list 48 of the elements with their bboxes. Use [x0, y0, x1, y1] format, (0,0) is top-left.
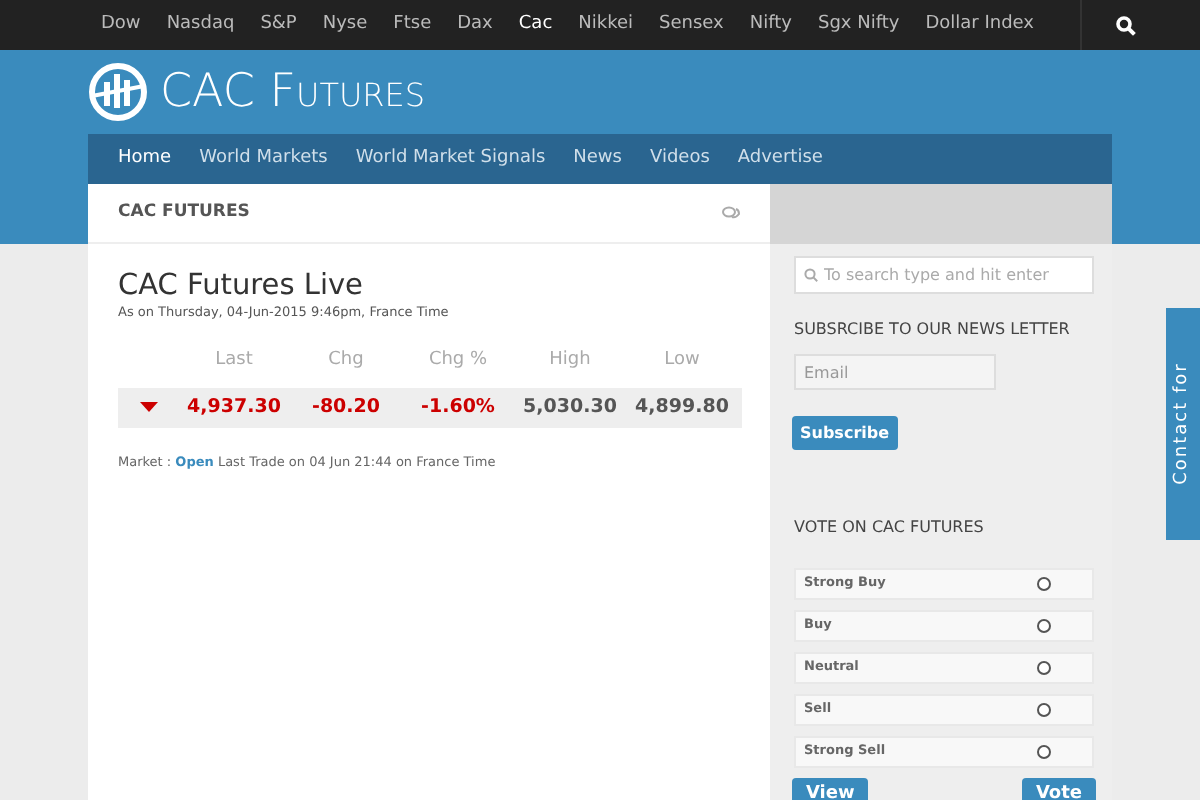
radio-button[interactable] — [1036, 744, 1052, 760]
radio-button[interactable] — [1036, 618, 1052, 634]
market-link[interactable]: Nikkei — [565, 0, 647, 50]
panel-title: CAC FUTURES — [118, 200, 250, 226]
search-icon[interactable] — [1115, 15, 1135, 35]
market-link[interactable]: Nifty — [736, 0, 805, 50]
quote-value: 5,030.30 — [521, 393, 619, 422]
market-link[interactable]: S&P — [247, 0, 310, 50]
contact-tab[interactable]: Contact for — [1166, 308, 1200, 540]
nav-link[interactable]: News — [559, 134, 636, 184]
search-field[interactable]: To search type and hit enter — [794, 256, 1094, 294]
vote-heading: VOTE ON CAC FUTURES — [794, 516, 986, 540]
market-link[interactable]: Dollar Index — [912, 0, 1047, 50]
market-link[interactable]: Nyse — [309, 0, 381, 50]
market-link[interactable]: Dax — [444, 0, 506, 50]
quote-title: CAC Futures Live — [118, 270, 365, 305]
quote-value: -80.20 — [310, 393, 382, 422]
column-header: High — [547, 348, 593, 375]
site-title: CAC Futures — [160, 69, 426, 115]
market-link[interactable]: Sensex — [646, 0, 737, 50]
market-link[interactable]: Sgx Nifty — [804, 0, 913, 50]
search-icon — [804, 268, 818, 282]
globe-chart-logo-icon — [88, 62, 148, 122]
market-link[interactable]: Dow — [88, 0, 154, 50]
column-header: Last — [213, 348, 255, 375]
nav-link[interactable]: World Markets — [185, 134, 342, 184]
nav-link[interactable]: Home — [104, 134, 186, 184]
nav-link[interactable]: Advertise — [723, 134, 837, 184]
comments-icon — [722, 206, 740, 220]
column-header: Low — [662, 348, 702, 375]
market-link[interactable]: Nasdaq — [153, 0, 248, 50]
actionbutton[interactable]: Vote — [1021, 778, 1096, 800]
radio-button[interactable] — [1036, 702, 1052, 718]
radio-button[interactable] — [1036, 660, 1052, 676]
nav-link[interactable]: World Market Signals — [341, 134, 560, 184]
actionbutton[interactable]: View — [792, 778, 869, 800]
newsletter-heading: SUBSRCIBE TO OUR NEWS LETTER — [794, 318, 1072, 342]
quote-value: 4,899.80 — [633, 393, 731, 422]
market-link[interactable]: Ftse — [380, 0, 445, 50]
market-link[interactable]: Cac — [505, 0, 566, 50]
quote-value: -1.60% — [419, 393, 497, 422]
nav-link[interactable]: Videos — [635, 134, 724, 184]
column-header: Chg % — [426, 348, 490, 375]
email-field[interactable]: Email — [794, 354, 996, 390]
quote-value: 4,937.30 — [185, 393, 283, 422]
subscribe-button[interactable]: Subscribe — [792, 416, 898, 450]
radio-button[interactable] — [1036, 576, 1052, 592]
column-header: Chg — [326, 348, 366, 375]
